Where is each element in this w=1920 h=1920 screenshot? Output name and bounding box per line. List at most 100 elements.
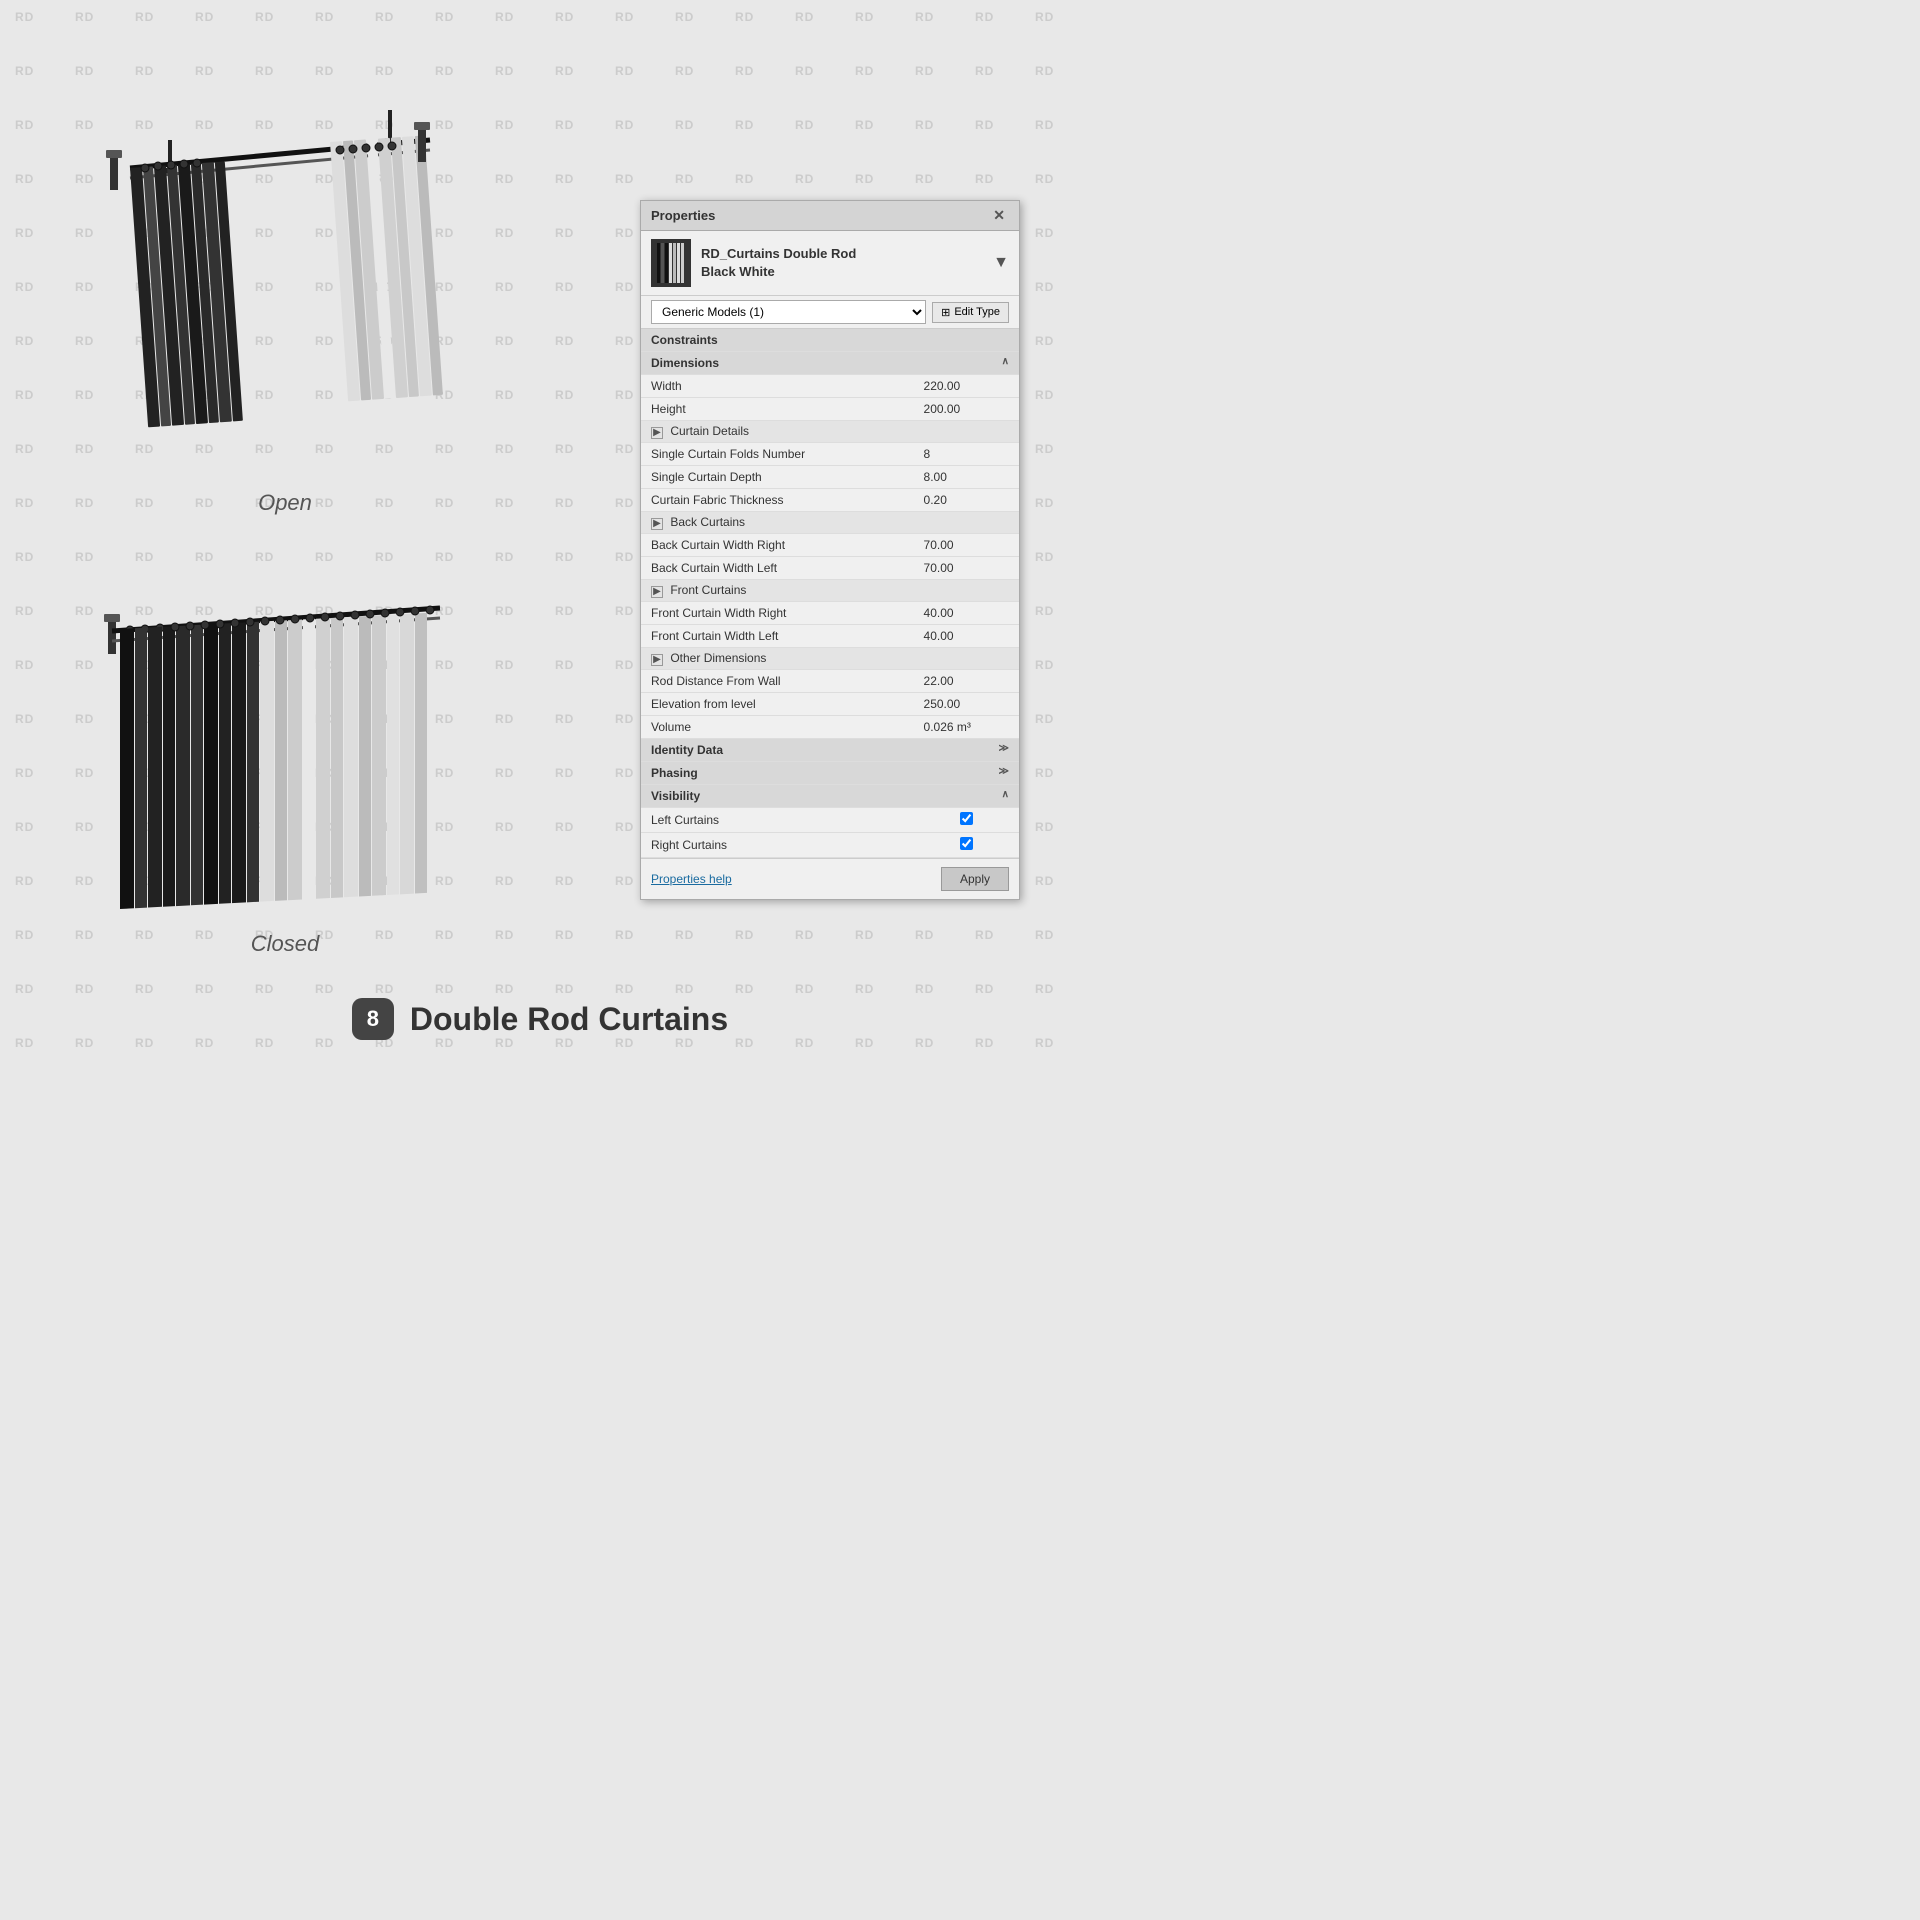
dropdown-row: Generic Models (1) ⊞ Edit Type [641,296,1019,329]
front-curtains-label: ▶ Front Curtains [641,580,1019,602]
closed-label: Closed [50,931,520,957]
left-curtains-checkbox-cell [914,808,1019,833]
depth-row: Single Curtain Depth 8.00 [641,466,1019,489]
front-curtains-text: Front Curtains [670,583,746,597]
front-left-label: Front Curtain Width Left [641,625,914,648]
panel-footer: Properties help Apply [641,858,1019,899]
identity-text: Identity Data [651,743,723,757]
width-label: Width [641,375,914,398]
thickness-value: 0.20 [914,489,1019,512]
back-right-row: Back Curtain Width Right 70.00 [641,534,1019,557]
back-curtains-row[interactable]: ▶ Back Curtains [641,512,1019,534]
bottom-title-text: Double Rod Curtains [410,1001,728,1038]
width-row: Width 220.00 [641,375,1019,398]
panel-expand-icon: ▼ [993,254,1009,272]
back-left-value: 70.00 [914,557,1019,580]
visibility-text: Visibility [651,789,700,803]
front-left-value: 40.00 [914,625,1019,648]
properties-help-link[interactable]: Properties help [651,872,732,886]
back-left-row: Back Curtain Width Left 70.00 [641,557,1019,580]
visibility-section: Visibility ∧ [641,785,1019,808]
model-dropdown[interactable]: Generic Models (1) [651,300,926,324]
open-label: Open [50,490,520,516]
phasing-text: Phasing [651,766,698,780]
component-icon [651,239,691,287]
left-curtains-label: Left Curtains [641,808,914,833]
expand-icon-other: ▶ [651,654,663,666]
folds-row: Single Curtain Folds Number 8 [641,443,1019,466]
dimensions-section: Dimensions ∧ [641,352,1019,375]
thickness-label: Curtain Fabric Thickness [641,489,914,512]
volume-row: Volume 0.026 m³ [641,716,1019,739]
curtain-details-row[interactable]: ▶ Curtain Details [641,421,1019,443]
elevation-label: Elevation from level [641,693,914,716]
right-curtains-checkbox-cell [914,833,1019,858]
right-curtains-label: Right Curtains [641,833,914,858]
elevation-value: 250.00 [914,693,1019,716]
rod-distance-value: 22.00 [914,670,1019,693]
depth-label: Single Curtain Depth [641,466,914,489]
left-curtains-row: Left Curtains [641,808,1019,833]
volume-value: 0.026 m³ [914,716,1019,739]
right-curtains-row: Right Curtains [641,833,1019,858]
left-curtains-checkbox[interactable] [960,812,973,825]
curtain-details-text: Curtain Details [670,424,749,438]
curtain-illustrations: Open [50,60,520,957]
other-dimensions-row[interactable]: ▶ Other Dimensions [641,648,1019,670]
expand-icon: ▶ [651,427,663,439]
panel-title: Properties [651,208,715,223]
expand-icon-front: ▶ [651,586,663,598]
front-right-value: 40.00 [914,602,1019,625]
dimensions-label-text: Dimensions [651,356,719,370]
width-value: 220.00 [914,375,1019,398]
apply-button[interactable]: Apply [941,867,1009,891]
rod-distance-row: Rod Distance From Wall 22.00 [641,670,1019,693]
panel-titlebar: Properties ✕ [641,201,1019,231]
front-right-label: Front Curtain Width Right [641,602,914,625]
component-subname: Black White [701,263,856,281]
thickness-row: Curtain Fabric Thickness 0.20 [641,489,1019,512]
constraints-section: Constraints [641,329,1019,352]
height-row: Height 200.00 [641,398,1019,421]
folds-value: 8 [914,443,1019,466]
phasing-section: Phasing ≫ [641,762,1019,785]
edit-type-button[interactable]: ⊞ Edit Type [932,302,1009,323]
dimensions-label: Dimensions ∧ [641,352,1019,375]
rod-distance-label: Rod Distance From Wall [641,670,914,693]
main-content: RDRDRDRDRDRDRDRDRDRDRDRDRDRDRDRDRDRDRDRD… [0,0,1080,1080]
right-curtains-checkbox[interactable] [960,837,973,850]
component-name: RD_Curtains Double Rod [701,245,856,263]
front-left-row: Front Curtain Width Left 40.00 [641,625,1019,648]
curtain-details-label: ▶ Curtain Details [641,421,1019,443]
front-curtains-row[interactable]: ▶ Front Curtains [641,580,1019,602]
phasing-label: Phasing ≫ [641,762,1019,785]
collapse-icon-visibility: ∧ [1002,789,1009,800]
collapse-icon-dims: ∧ [1002,356,1009,367]
edit-type-label: Edit Type [954,306,1000,318]
closed-curtain-illustration [50,546,470,926]
properties-panel: Properties ✕ RD_Curtains Double Rod Blac… [640,200,1020,900]
edit-type-icon: ⊞ [941,306,950,319]
depth-value: 8.00 [914,466,1019,489]
back-curtains-label: ▶ Back Curtains [641,512,1019,534]
identity-section: Identity Data ≫ [641,739,1019,762]
panel-header: RD_Curtains Double Rod Black White ▼ [641,231,1019,296]
height-value: 200.00 [914,398,1019,421]
volume-label: Volume [641,716,914,739]
properties-table: Constraints Dimensions ∧ Width 220.00 He… [641,329,1019,858]
folds-label: Single Curtain Folds Number [641,443,914,466]
panel-close-button[interactable]: ✕ [989,207,1009,224]
back-curtains-text: Back Curtains [670,515,745,529]
back-right-label: Back Curtain Width Right [641,534,914,557]
back-right-value: 70.00 [914,534,1019,557]
elevation-row: Elevation from level 250.00 [641,693,1019,716]
height-label: Height [641,398,914,421]
back-left-label: Back Curtain Width Left [641,557,914,580]
other-dimensions-label: ▶ Other Dimensions [641,648,1019,670]
visibility-label: Visibility ∧ [641,785,1019,808]
expand-icon-back: ▶ [651,518,663,530]
other-dimensions-text: Other Dimensions [670,651,766,665]
bottom-title-area: 8 Double Rod Curtains [0,998,1080,1040]
constraints-label: Constraints [641,329,1019,352]
collapse-icon-identity: ≫ [999,743,1009,754]
